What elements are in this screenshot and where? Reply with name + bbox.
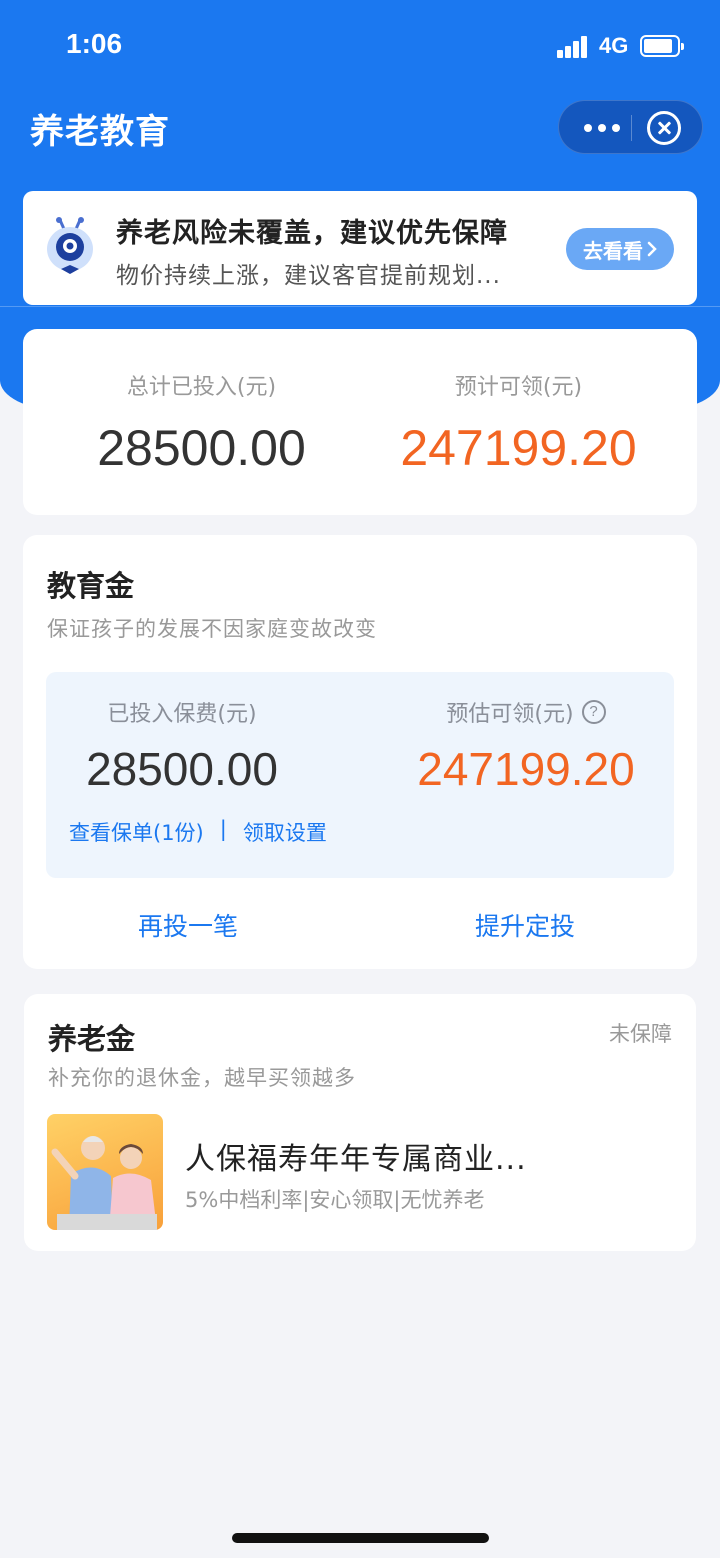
paid-premium-label: 已投入保费(元) xyxy=(107,702,257,727)
signal-icon xyxy=(557,36,589,58)
total-invested: 总计已投入(元) 28500.00 xyxy=(33,369,370,477)
education-card: 教育金 保证孩子的发展不因家庭变故改变 已投入保费(元) 28500.00 预估… xyxy=(23,535,697,969)
increase-investment-button[interactable]: 提升定投 xyxy=(475,907,575,943)
go-see-label: 去看看 xyxy=(583,238,643,263)
risk-banner[interactable]: 养老风险未覆盖，建议优先保障 物价持续上涨，建议客官提前规划... 去看看 xyxy=(23,191,697,305)
chevron-right-icon xyxy=(647,241,657,257)
pension-status: 未保障 xyxy=(609,1022,672,1046)
estimated-payout-label: 预估可领(元) xyxy=(446,702,574,727)
banner-subtitle: 物价持续上涨，建议客官提前规划... xyxy=(116,263,501,289)
pension-card: 养老金 未保障 补充你的退休金，越早买领越多 人保福寿年年专属商业... 5%中… xyxy=(24,994,696,1251)
battery-icon xyxy=(640,35,684,57)
product-title[interactable]: 人保福寿年年专属商业... xyxy=(185,1134,527,1178)
paid-premium-value: 28500.00 xyxy=(86,743,278,795)
product-image[interactable] xyxy=(47,1114,163,1230)
status-time: 1:06 xyxy=(66,28,123,59)
product-subtitle: 5%中档利率|安心领取|无忧养老 xyxy=(185,1188,485,1212)
capsule-divider xyxy=(631,115,632,141)
more-icon[interactable] xyxy=(577,101,627,155)
total-expected: 预计可领(元) 247199.20 xyxy=(350,369,687,477)
total-expected-label: 预计可领(元) xyxy=(454,375,583,400)
mini-program-capsule xyxy=(558,100,703,154)
pension-title: 养老金 xyxy=(48,1022,136,1056)
view-policy-link[interactable]: 查看保单(1份) xyxy=(69,817,204,847)
total-expected-value: 247199.20 xyxy=(400,420,637,476)
education-detail-box: 已投入保费(元) 28500.00 预估可领(元) ? 247199.20 查看… xyxy=(46,672,674,878)
education-subtitle: 保证孩子的发展不因家庭变故改变 xyxy=(47,617,377,641)
help-question-icon[interactable]: ? xyxy=(581,700,606,724)
pension-subtitle: 补充你的退休金，越早买领越多 xyxy=(48,1066,356,1090)
education-links: 查看保单(1份) | 领取设置 xyxy=(69,817,327,847)
estimated-payout: 预估可领(元) ? 247199.20 xyxy=(386,696,666,796)
summary-card: 总计已投入(元) 28500.00 预计可领(元) 247199.20 xyxy=(23,329,697,515)
close-icon[interactable] xyxy=(647,111,681,145)
total-invested-label: 总计已投入(元) xyxy=(126,375,277,400)
banner-title: 养老风险未覆盖，建议优先保障 xyxy=(116,218,508,249)
go-see-button[interactable]: 去看看 xyxy=(566,228,674,270)
page-title: 养老教育 xyxy=(30,112,170,152)
home-indicator xyxy=(232,1533,489,1543)
elderly-couple-illustration xyxy=(51,1136,157,1230)
link-separator: | xyxy=(219,817,227,841)
education-title: 教育金 xyxy=(47,569,135,603)
robot-mascot-icon xyxy=(47,217,93,274)
estimated-payout-value: 247199.20 xyxy=(417,743,635,795)
total-invested-value: 28500.00 xyxy=(97,420,306,476)
invest-again-button[interactable]: 再投一笔 xyxy=(138,907,238,943)
paid-premium: 已投入保费(元) 28500.00 xyxy=(46,696,318,796)
status-bar: 1:06 4G xyxy=(0,0,720,92)
network-label: 4G xyxy=(599,33,629,58)
payout-settings-link[interactable]: 领取设置 xyxy=(243,817,327,847)
